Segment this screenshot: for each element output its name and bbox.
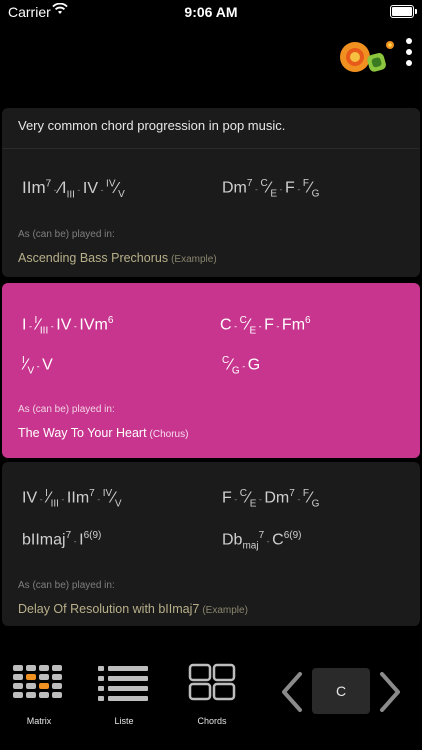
chord-name-line: Dm7 - C⁄E - F - F⁄G	[222, 178, 320, 200]
chord-name-line: C - C⁄E - F - Fm6	[220, 315, 311, 337]
song-section: (Example)	[202, 605, 248, 616]
next-key-chevron-icon[interactable]	[376, 670, 406, 714]
progression-item-selected[interactable]: I - I⁄III - IV - IVm6 C - C⁄E - F - Fm6 …	[2, 283, 420, 458]
chords-grid-icon	[188, 663, 236, 701]
roman-numeral-line: I - I⁄III - IV - IVm6	[22, 315, 114, 337]
roman-numeral-line: IV - I⁄III - IIm7 - IV⁄V	[22, 488, 122, 510]
description-card: Very common chord progression in pop mus…	[2, 108, 420, 149]
key-selector[interactable]: C	[312, 668, 370, 714]
song-title: Ascending Bass Prechorus	[18, 251, 169, 265]
battery-icon	[390, 5, 417, 18]
description-text: Very common chord progression in pop mus…	[18, 118, 286, 133]
played-in-label: As (can be) played in:	[18, 580, 115, 591]
previous-key-chevron-icon[interactable]	[276, 670, 306, 714]
roman-numeral-line: IIm7 - ⁄IIII - IV - IV⁄V	[22, 178, 125, 201]
song-title: Delay Of Resolution with bIImaj7	[18, 602, 200, 616]
progression-item[interactable]: IIm7 - ⁄IIII - IV - IV⁄V Dm7 - C⁄E - F -…	[2, 149, 420, 277]
tab-chords-label: Chords	[197, 716, 227, 726]
song-link[interactable]: Delay Of Resolution with bIImaj7 (Example…	[18, 602, 248, 616]
more-menu-icon[interactable]	[402, 38, 416, 74]
chord-name-line: F - C⁄E - Dm7 - F⁄G	[222, 488, 320, 510]
chord-name-line-2: C⁄G - G	[222, 355, 261, 377]
song-title: The Way To Your Heart	[18, 426, 147, 440]
matrix-grid-icon	[13, 665, 62, 698]
played-in-label: As (can be) played in:	[18, 229, 115, 240]
song-link[interactable]: The Way To Your Heart (Chorus)	[18, 426, 188, 440]
progression-item[interactable]: IV - I⁄III - IIm7 - IV⁄V F - C⁄E - Dm7 -…	[2, 462, 420, 626]
status-bar: Carrier 9:06 AM	[0, 0, 422, 24]
chord-name-line-2: Dbmaj7 - C6(9)	[222, 530, 302, 552]
list-icon	[98, 666, 148, 701]
song-link[interactable]: Ascending Bass Prechorus (Example)	[18, 251, 217, 265]
app-logo-icon	[340, 41, 394, 72]
tab-matrix-label: Matrix	[26, 716, 52, 726]
song-section: (Example)	[171, 254, 217, 265]
roman-numeral-line-2: bIImaj7 - I6(9)	[22, 530, 102, 549]
played-in-label: As (can be) played in:	[18, 404, 115, 415]
roman-numeral-line-2: I⁄V - V	[22, 355, 53, 377]
status-time: 9:06 AM	[184, 4, 238, 20]
song-section: (Chorus)	[149, 429, 189, 440]
tab-liste-label: Liste	[114, 716, 134, 726]
